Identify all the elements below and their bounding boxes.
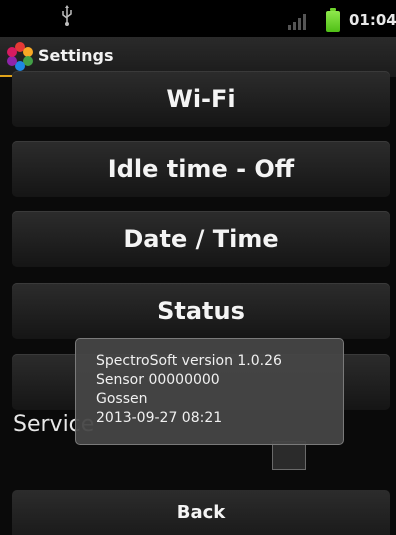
service-checkbox[interactable] <box>272 441 306 470</box>
idle-time-button-label: Idle time - Off <box>107 155 295 183</box>
toast-line-sensor: Sensor 00000000 <box>96 372 220 388</box>
toast-line-vendor: Gossen <box>96 391 148 407</box>
status-button[interactable]: Status <box>12 283 390 339</box>
settings-list: Wi-Fi Idle time - Off Date / Time Status <box>0 71 396 535</box>
signal-icon <box>288 14 306 30</box>
clock: 01:04 <box>349 11 396 29</box>
date-time-button[interactable]: Date / Time <box>12 211 390 267</box>
toast-line-version: SpectroSoft version 1.0.26 <box>96 353 282 369</box>
status-bar: 01:04 <box>0 0 396 37</box>
back-button-label: Back <box>176 502 226 523</box>
app-colorwheel-icon <box>7 42 33 71</box>
wifi-button[interactable]: Wi-Fi <box>12 71 390 127</box>
toast-line-datetime: 2013-09-27 08:21 <box>96 410 223 426</box>
back-button[interactable]: Back <box>12 490 390 535</box>
page-title: Settings <box>38 46 114 65</box>
idle-time-button[interactable]: Idle time - Off <box>12 141 390 197</box>
status-button-label: Status <box>157 297 245 325</box>
date-time-button-label: Date / Time <box>123 225 279 253</box>
battery-icon <box>326 8 340 32</box>
wifi-button-label: Wi-Fi <box>166 85 236 113</box>
version-info-toast: SpectroSoft version 1.0.26 Sensor 000000… <box>75 338 344 445</box>
usb-icon <box>62 5 72 26</box>
